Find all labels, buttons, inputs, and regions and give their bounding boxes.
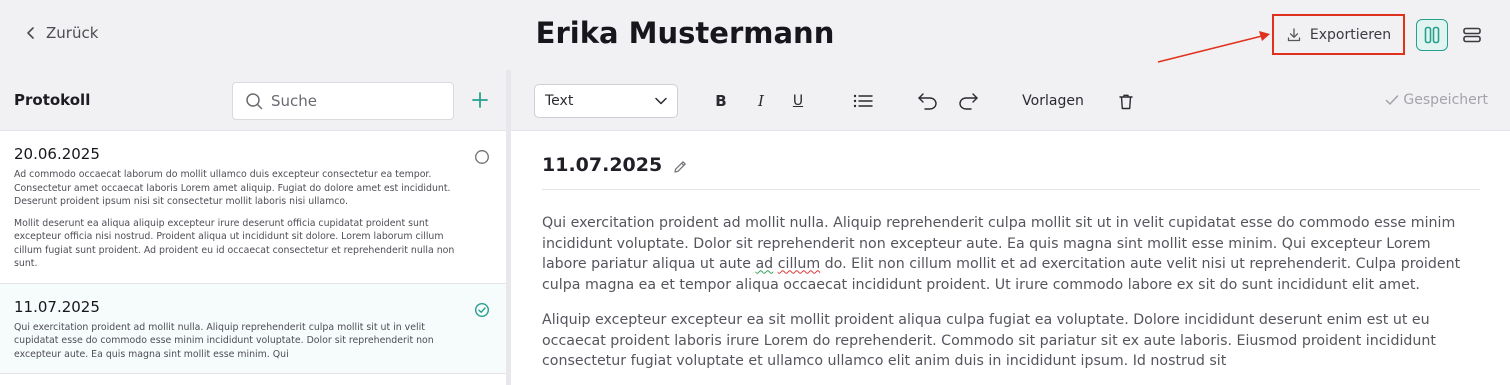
templates-button[interactable]: Vorlagen — [1021, 88, 1085, 114]
undo-icon — [918, 93, 937, 110]
rows-icon — [1463, 27, 1481, 43]
page-title: Erika Mustermann — [535, 16, 835, 50]
bullet-list-button[interactable] — [851, 88, 875, 114]
format-select[interactable]: Text — [534, 84, 678, 118]
export-label: Exportieren — [1309, 26, 1392, 43]
add-entry-icon[interactable] — [470, 90, 490, 110]
delete-button[interactable] — [1116, 88, 1136, 114]
entry-text: Mollit deserunt ea aliqua aliquip except… — [14, 217, 455, 270]
editor-panel: Text B I U Vorlagen Gespeichert 11.07.20… — [511, 70, 1510, 385]
check-circle-icon[interactable] — [474, 302, 490, 318]
editor-toolbar: Text B I U Vorlagen Gespeichert — [511, 70, 1510, 131]
save-status: Gespeichert — [1385, 92, 1488, 108]
redo-button[interactable] — [955, 88, 981, 114]
top-bar: Zurück Erika Mustermann Exportieren — [0, 0, 1510, 70]
spelling-flagged-word: cillum — [777, 256, 821, 273]
pencil-icon[interactable] — [672, 159, 688, 175]
search-input[interactable] — [271, 92, 431, 110]
protocol-panel: Protokoll 20.06.2025 Ad commodo occaecat… — [0, 70, 506, 385]
status-circle-icon[interactable] — [474, 149, 490, 165]
protocol-header: Protokoll — [0, 70, 506, 131]
format-select-value: Text — [545, 93, 574, 109]
protocol-entry[interactable]: 20.06.2025 Ad commodo occaecat laborum d… — [0, 131, 506, 284]
search-icon — [246, 93, 263, 110]
save-status-label: Gespeichert — [1403, 92, 1488, 108]
download-icon — [1287, 27, 1301, 41]
columns-icon — [1424, 26, 1440, 44]
document-date: 11.07.2025 — [542, 154, 663, 176]
trash-icon — [1119, 94, 1133, 109]
document-paragraph: Qui exercitation proident ad mollit null… — [542, 213, 1477, 296]
stacked-view-toggle[interactable] — [1456, 19, 1488, 51]
split-view-toggle[interactable] — [1416, 19, 1448, 51]
italic-button[interactable]: I — [751, 88, 771, 114]
export-button[interactable]: Exportieren — [1272, 14, 1405, 55]
document-body[interactable]: Qui exercitation proident ad mollit null… — [542, 213, 1477, 372]
list-icon — [853, 94, 873, 108]
redo-icon — [959, 93, 978, 110]
undo-button[interactable] — [915, 88, 941, 114]
entry-text: Qui exercitation proident ad mollit null… — [14, 321, 434, 360]
document-paragraph: Aliquip excepteur excepteur ea sit molli… — [542, 311, 1436, 370]
document-header: 11.07.2025 — [542, 154, 1480, 190]
bold-button[interactable]: B — [711, 88, 731, 114]
protocol-entry-selected[interactable]: 11.07.2025 Qui exercitation proident ad … — [0, 283, 506, 374]
grammar-flagged-word: ad — [755, 256, 774, 273]
entry-date: 20.06.2025 — [14, 145, 100, 163]
entry-date: 11.07.2025 — [14, 297, 100, 316]
chevron-down-icon — [655, 97, 667, 105]
check-icon — [1386, 95, 1399, 105]
underline-button[interactable]: U — [788, 88, 808, 114]
entry-text: Ad commodo occaecat laborum do mollit ul… — [14, 169, 451, 207]
search-box[interactable] — [232, 82, 454, 120]
protocol-heading: Protokoll — [14, 91, 91, 109]
